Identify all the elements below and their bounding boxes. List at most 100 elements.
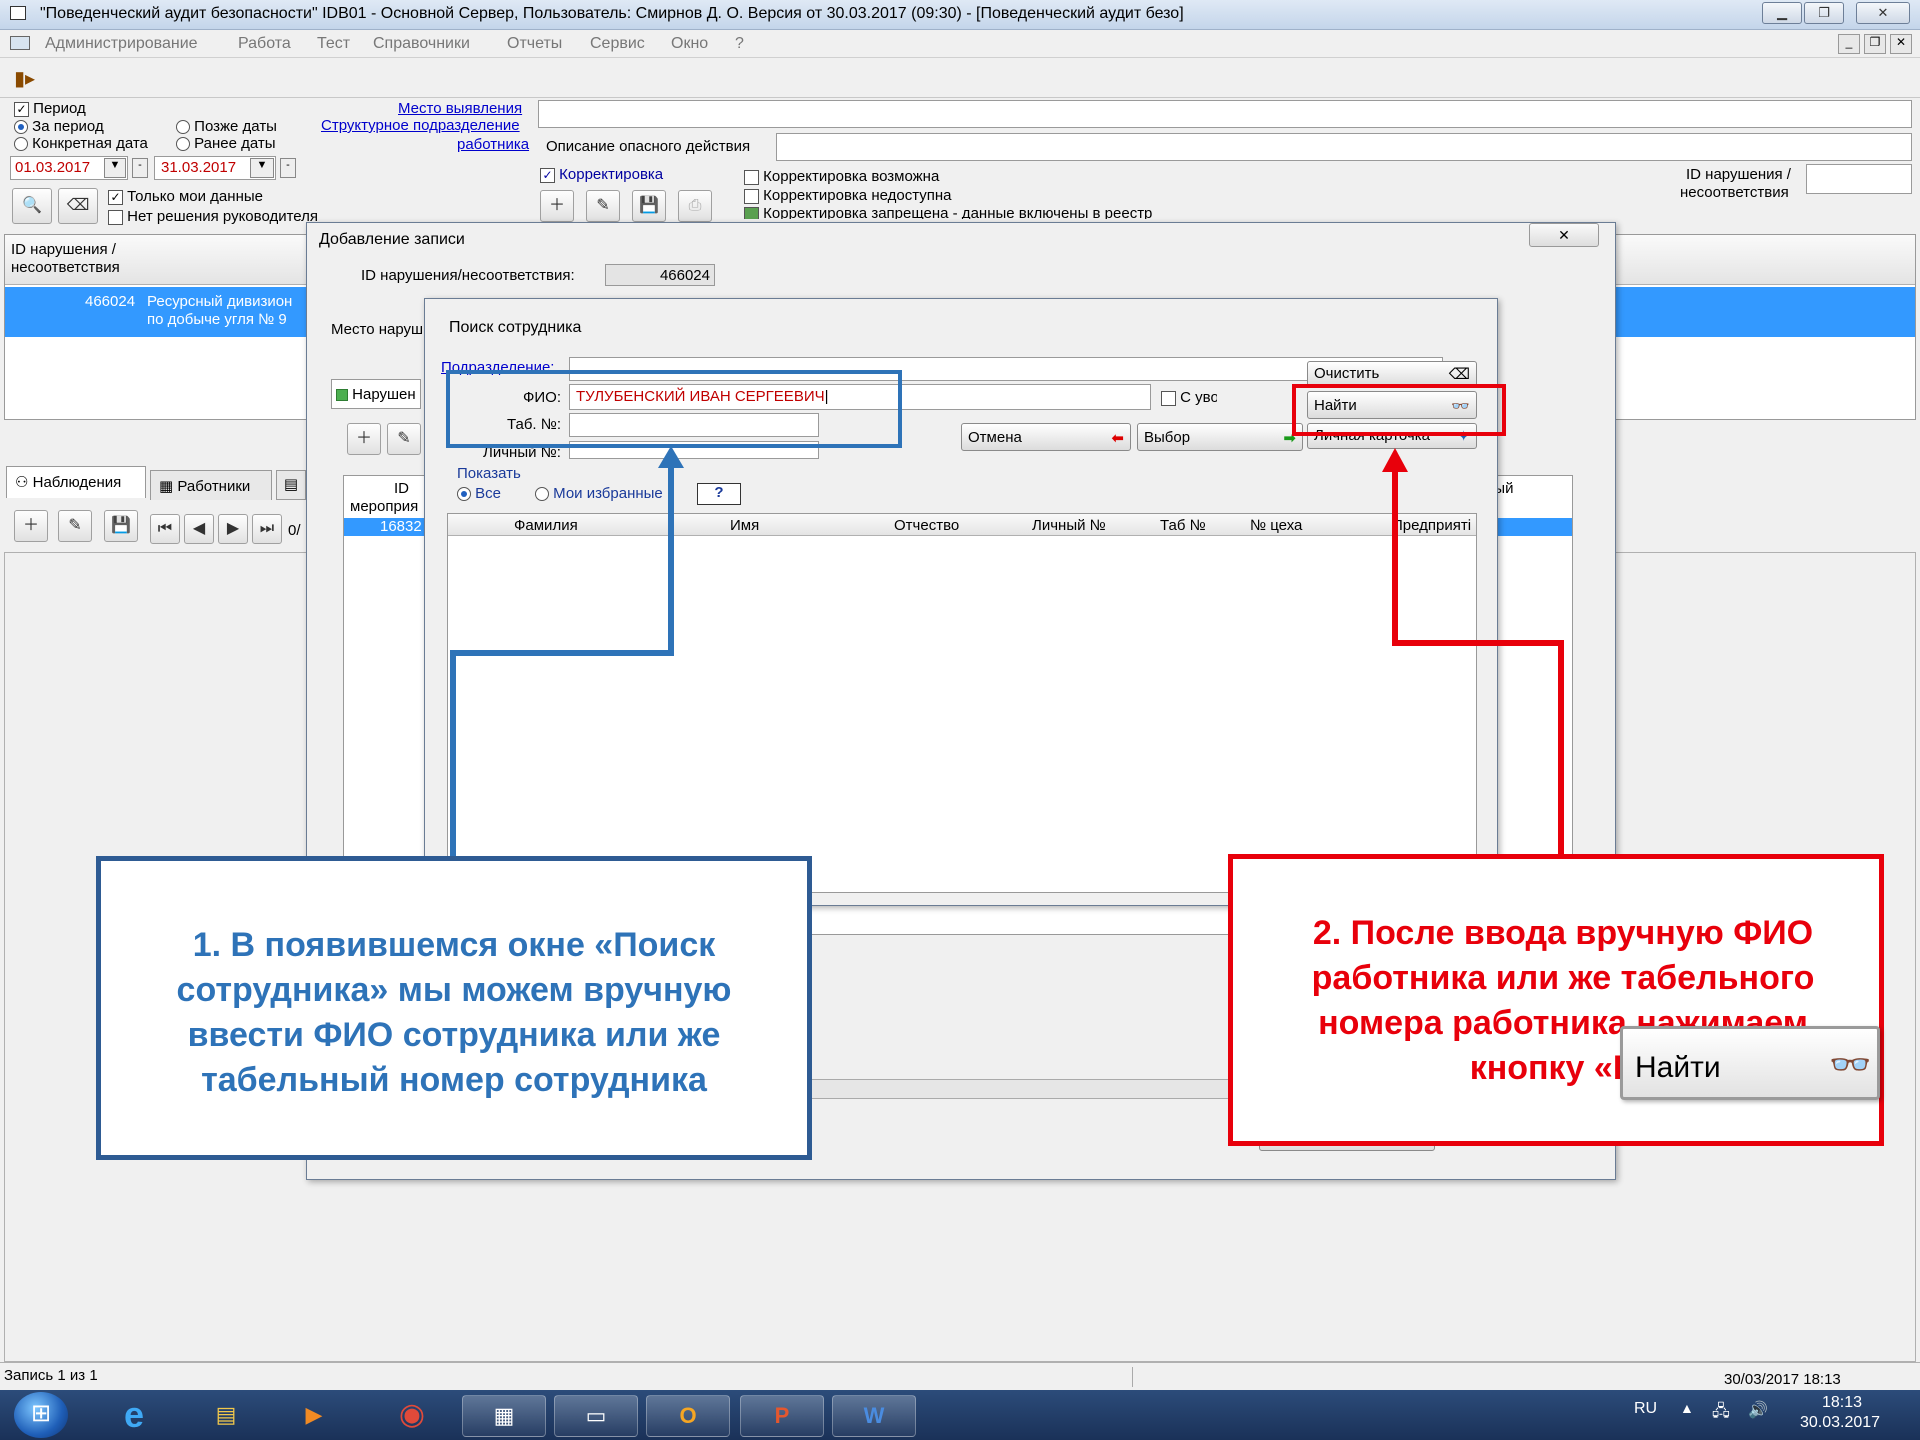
add-id-label: ID нарушения/несоответствия: [361, 267, 575, 284]
nav-next-button[interactable]: ▶ [218, 514, 248, 544]
opisanie-label: Описание опасного действия [546, 138, 751, 155]
col-familiya: Фамилия [514, 517, 578, 534]
radio-za-period[interactable]: За период [14, 118, 104, 135]
tray-volume-icon[interactable]: 🔊 [1748, 1400, 1768, 1420]
maximize-button[interactable]: ❐ [1804, 2, 1844, 24]
help-button[interactable]: ? [697, 483, 741, 505]
minimize-button[interactable]: ▁ [1762, 2, 1802, 24]
nav-last-button[interactable]: ⏭ [252, 514, 282, 544]
taskbar-powerpoint-icon[interactable]: P [740, 1395, 824, 1437]
title-bar: "Поведенческий аудит безопасности" IDB01… [0, 0, 1920, 30]
id-narusheniya-label: ID нарушения / [1686, 166, 1791, 183]
taskbar-lang[interactable]: RU [1634, 1400, 1657, 1418]
radio-vse[interactable]: Все [457, 485, 501, 502]
tab-grid-icon[interactable]: ▤ [276, 470, 306, 500]
status-divider [1132, 1367, 1133, 1387]
add-record-close-button[interactable]: ✕ [1529, 223, 1599, 247]
search-dialog-title: Поиск сотрудника [449, 319, 582, 336]
menu-item-rabota[interactable]: Работа [238, 35, 291, 53]
add-dialog-add-button[interactable]: ＋ [347, 423, 381, 455]
nav-prev-button[interactable]: ◀ [184, 514, 214, 544]
eraser-button[interactable]: ⌫ [58, 188, 98, 224]
date-from-dropdown[interactable]: ▼ [104, 158, 126, 178]
add-tab-narush[interactable]: Нарушен [331, 379, 421, 409]
add-dialog-edit-button[interactable]: ✎ [387, 423, 421, 455]
vybor-button[interactable]: Выбор ➡ [1137, 423, 1303, 451]
menu-item-admin[interactable]: Администрирование [45, 35, 198, 53]
nav-first-button[interactable]: ⏮ [150, 514, 180, 544]
exit-icon[interactable]: ▮▸ [14, 66, 40, 90]
search-binoculars-button[interactable]: 🔍 [12, 188, 52, 224]
add-id-value: 466024 [659, 267, 710, 284]
taskbar-window-icon[interactable]: ▭ [554, 1395, 638, 1437]
radio-pozhe-daty[interactable]: Позже даты [176, 118, 277, 135]
red-arrow-line-v1 [1392, 470, 1398, 642]
add-record-button[interactable]: ＋ [540, 190, 574, 222]
date-to-dropdown[interactable]: ▼ [250, 158, 274, 178]
no-decision-label: Нет решения руководителя [127, 208, 319, 225]
add-grid-col-id2: мероприя [350, 498, 419, 515]
opisanie-field[interactable] [776, 133, 1912, 161]
taskbar-explorer-icon[interactable]: ▤ [184, 1395, 268, 1437]
taskbar-app-icon[interactable]: ▦ [462, 1395, 546, 1437]
tray-network-icon[interactable]: 🖧 [1712, 1400, 1730, 1427]
print-button[interactable]: ⎙ [678, 190, 712, 222]
taskbar-media-icon[interactable]: ▶ [272, 1395, 356, 1437]
blue-callout-box: 1. В появившемся окне «Поиск сотрудника»… [96, 856, 812, 1160]
korr-zapreshena-label: Корректировка запрещена - данные включен… [763, 205, 1153, 219]
only-my-data-checkbox[interactable]: ✓ Только мои данные [108, 188, 263, 205]
radio-moi-izbrannye[interactable]: Мои избранные [535, 485, 675, 502]
start-button[interactable]: ⊞ [14, 1392, 68, 1438]
status-bar: Запись 1 из 1 30/03/2017 18:13 [0, 1362, 1920, 1390]
red-arrow-line-v2 [1558, 640, 1564, 858]
date-separator-button[interactable]: - [132, 158, 148, 178]
taskbar-time[interactable]: 18:13 [1822, 1394, 1862, 1412]
strukturnoe-link[interactable]: Структурное подразделение [321, 117, 520, 134]
menu-bar: Администрирование Работа Тест Справочник… [0, 30, 1920, 58]
taskbar-date[interactable]: 30.03.2017 [1800, 1414, 1880, 1432]
rabotnika-link[interactable]: работника [457, 136, 529, 153]
menu-item-test[interactable]: Тест [317, 35, 350, 53]
zoom-nayti-button: Найти 👓 [1620, 1026, 1880, 1100]
mdi-close-button[interactable]: ✕ [1890, 34, 1912, 54]
mdi-minimize-button[interactable]: _ [1838, 34, 1860, 54]
add-id-field: 466024 [605, 264, 715, 286]
employee-results-grid: Фамилия Имя Отчество Личный № Таб № № це… [447, 513, 1477, 893]
menu-item-spravochniki[interactable]: Справочники [373, 35, 470, 53]
mesto-vyyavleniya-link[interactable]: Место выявления [398, 100, 522, 117]
taskbar-word-icon[interactable]: W [832, 1395, 916, 1437]
edit-record-button[interactable]: ✎ [586, 190, 620, 222]
sub-add-button[interactable]: ＋ [14, 510, 48, 542]
s-uvolennymi-checkbox[interactable]: С уволенными [1161, 389, 1217, 406]
mdi-restore-button[interactable]: ❐ [1864, 34, 1886, 54]
ranee-daty-label: Ранее даты [194, 135, 276, 152]
menu-item-help[interactable]: ? [735, 35, 744, 53]
red-arrow-head [1382, 448, 1408, 472]
workers-icon: ▦ [159, 478, 174, 495]
date-from-value: 01.03.2017 [15, 159, 91, 176]
tray-arrow-icon[interactable]: ▲ [1680, 1400, 1694, 1416]
otmena-button[interactable]: Отмена ⬅ [961, 423, 1131, 451]
menu-item-otchety[interactable]: Отчеты [507, 35, 562, 53]
menu-item-servis[interactable]: Сервис [590, 35, 645, 53]
id-narusheniya-field[interactable] [1806, 164, 1912, 194]
red-arrow-line-h [1392, 640, 1564, 646]
period-checkbox[interactable]: ✓ Период [14, 100, 86, 117]
tab-nablyudeniya[interactable]: ⚇ Наблюдения [6, 466, 146, 498]
taskbar-ie-icon[interactable]: e [92, 1395, 176, 1437]
save-button[interactable]: 💾 [632, 190, 666, 222]
mesto-field[interactable] [538, 100, 1912, 128]
blue-arrow-line-h [450, 650, 674, 656]
date-extra-button[interactable]: - [280, 158, 296, 178]
radio-ranee-daty[interactable]: Ранее даты [176, 135, 276, 152]
korrektirovka-checkbox[interactable]: ✓ Корректировка [540, 166, 663, 183]
radio-konkretnaya-data[interactable]: Конкретная дата [14, 135, 148, 152]
tab-rabotniki[interactable]: ▦ Работники [150, 470, 272, 500]
no-decision-checkbox[interactable]: Нет решения руководителя [108, 208, 318, 225]
taskbar-chrome-icon[interactable]: ◉ [370, 1395, 454, 1437]
taskbar-outlook-icon[interactable]: O [646, 1395, 730, 1437]
sub-edit-button[interactable]: ✎ [58, 510, 92, 542]
menu-item-okno[interactable]: Окно [671, 35, 708, 53]
close-window-button[interactable]: ✕ [1856, 2, 1910, 24]
sub-save-button[interactable]: 💾 [104, 510, 138, 542]
